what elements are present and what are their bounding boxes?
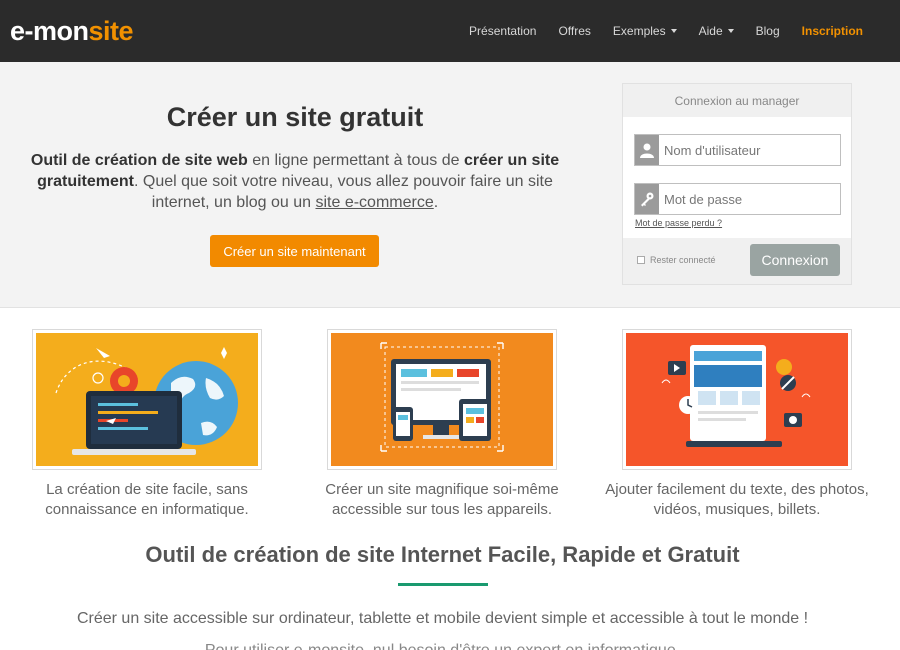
feature-caption-easy: La création de site facile, sans connais… — [45, 481, 249, 518]
username-input[interactable] — [659, 135, 840, 165]
section-divider — [398, 583, 488, 586]
feature-image-easy — [32, 329, 262, 470]
media-illustration — [626, 333, 848, 466]
hero-desc-text3: . — [433, 194, 439, 211]
login-panel: Connexion au manager Mot de passe perdu … — [622, 83, 852, 285]
nav-item-label: Aide — [698, 24, 723, 38]
login-footer: Rester connecté Connexion — [623, 238, 851, 284]
feature-image-responsive — [327, 329, 557, 470]
logo-text-part1: e-mon — [10, 16, 89, 46]
logo[interactable]: e-monsite — [10, 14, 134, 48]
nav-item-label: Exemples — [612, 24, 666, 38]
nav-item-inscription[interactable]: Inscription — [791, 24, 863, 38]
feature-caption-content: Ajouter facilement du texte, des photos,… — [605, 481, 869, 518]
password-field-wrapper — [634, 183, 841, 215]
nav-item-label: Blog — [755, 24, 780, 38]
login-button[interactable]: Connexion — [750, 244, 840, 276]
forgot-password-link[interactable]: Mot de passe perdu ? — [635, 218, 722, 228]
feature-image-content — [622, 329, 852, 470]
remember-label: Rester connecté — [650, 255, 716, 265]
nav-item-offres[interactable]: Offres — [547, 24, 601, 38]
remember-me[interactable]: Rester connecté — [637, 255, 716, 265]
user-icon — [635, 135, 659, 165]
main-nav: Présentation Offres Exemples Aide Blog I… — [458, 0, 863, 62]
logo-text-part2: site — [88, 16, 134, 46]
top-navbar: e-monsite Présentation Offres Exemples A… — [0, 0, 900, 62]
hero-desc-bold1: Outil de création de site web — [30, 152, 248, 169]
create-site-button[interactable]: Créer un site maintenant — [210, 235, 379, 267]
login-title: Connexion au manager — [623, 84, 851, 117]
key-icon — [635, 184, 659, 214]
devices-illustration — [331, 333, 553, 466]
password-input[interactable] — [659, 184, 840, 214]
caret-down-icon — [670, 29, 677, 33]
nav-item-label: Offres — [558, 24, 591, 38]
hero-desc-text1: en ligne permettant à tous de — [247, 152, 464, 169]
nav-item-label: Inscription — [801, 24, 863, 38]
remember-checkbox[interactable] — [637, 256, 645, 264]
username-field-wrapper — [634, 134, 841, 166]
section-paragraph-2: Pour utiliser e-monsite, nul besoin d'êt… — [0, 642, 885, 650]
section-title: Outil de création de site Internet Facil… — [145, 542, 740, 567]
hero-title: Créer un site gratuit — [166, 102, 424, 132]
hero-description: Outil de création de site web en ligne p… — [12, 150, 578, 213]
section-paragraph-1: Créer un site accessible sur ordinateur,… — [76, 610, 809, 627]
nav-item-blog[interactable]: Blog — [745, 24, 791, 38]
caret-down-icon — [727, 29, 734, 33]
nav-item-exemples[interactable]: Exemples — [602, 24, 688, 38]
nav-item-label: Présentation — [469, 24, 537, 38]
feature-caption-responsive: Créer un site magnifique soi-même access… — [325, 481, 559, 518]
nav-item-aide[interactable]: Aide — [688, 24, 745, 38]
ecommerce-link[interactable]: site e-commerce — [315, 194, 433, 211]
nav-item-presentation[interactable]: Présentation — [458, 24, 547, 38]
laptop-globe-illustration — [36, 333, 258, 466]
